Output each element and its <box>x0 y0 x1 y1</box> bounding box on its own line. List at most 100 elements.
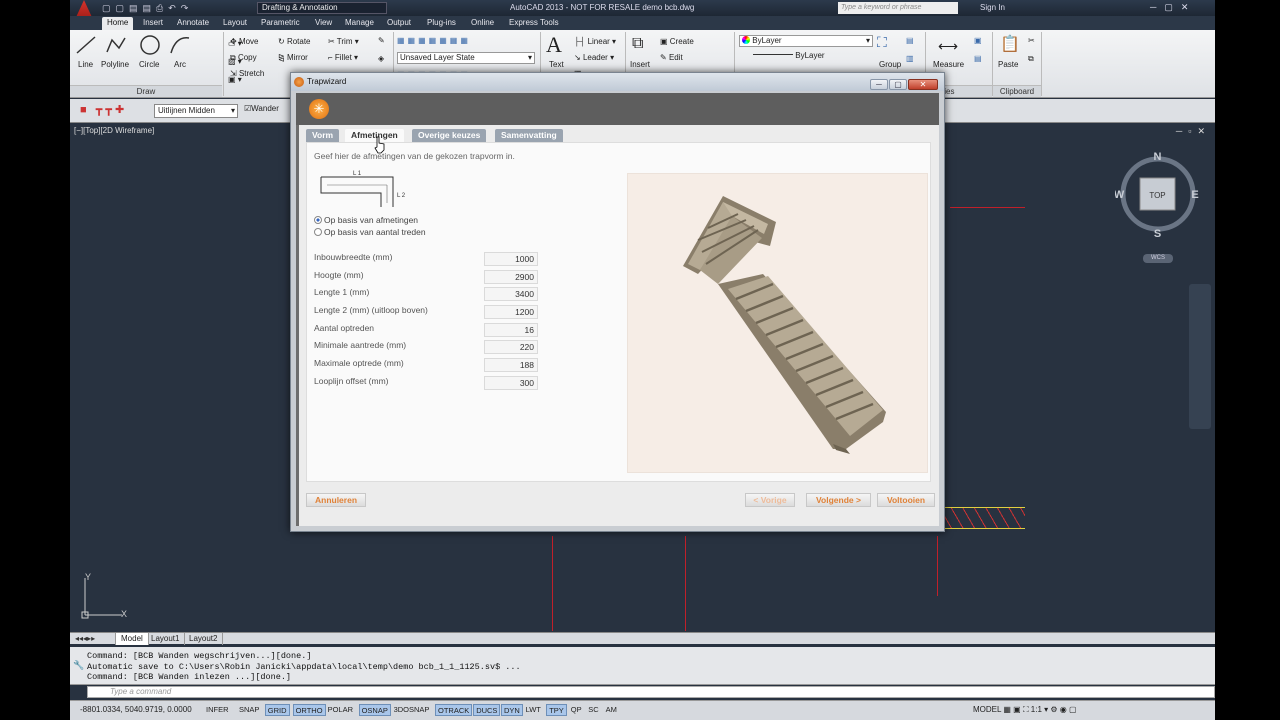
inbouwbreedte-input[interactable]: 1000 <box>484 252 538 266</box>
status-toggle-otrack[interactable]: OTRACK <box>435 704 473 716</box>
draw-panel-label[interactable]: Draw <box>70 85 222 97</box>
previous-button[interactable]: < Vorige <box>745 493 795 507</box>
modify-rotate[interactable]: ↻ Rotate <box>278 37 311 46</box>
arc-button[interactable]: Arc <box>174 60 186 69</box>
navigation-bar[interactable] <box>1189 284 1211 429</box>
maximize-icon[interactable]: ▢ <box>889 79 907 90</box>
viewport-controls[interactable]: ─▫✕ <box>1176 126 1211 137</box>
cancel-button[interactable]: Annuleren <box>306 493 366 507</box>
line-button[interactable]: Line <box>78 60 93 69</box>
status-toggle-osnap[interactable]: OSNAP <box>358 704 391 716</box>
tab-layout1[interactable]: Layout1 <box>146 633 186 645</box>
maximale-optrede-input[interactable]: 188 <box>484 358 538 372</box>
status-toggle-dyn[interactable]: DYN <box>501 704 523 716</box>
create-block-button[interactable]: ▣ Create <box>660 37 694 46</box>
color-combo[interactable]: ByLayer ▾ <box>739 35 873 47</box>
circle-button[interactable]: Circle <box>139 60 159 69</box>
command-input[interactable]: Type a command <box>87 686 1215 698</box>
circle-icon[interactable] <box>138 34 162 56</box>
status-toggle-snap[interactable]: SNAP <box>237 704 261 716</box>
tab-online[interactable]: Online <box>466 17 499 30</box>
looplijn-offset-input[interactable]: 300 <box>484 376 538 390</box>
radio-by-steps[interactable]: Op basis van aantal treden <box>314 227 426 237</box>
tab-manage[interactable]: Manage <box>340 17 379 30</box>
status-toggle-lwt[interactable]: LWT <box>524 704 543 716</box>
status-toggle-qp[interactable]: QP <box>569 704 584 716</box>
viewport-label[interactable]: [−][Top][2D Wireframe] <box>74 126 154 135</box>
status-toggle-ducs[interactable]: DUCS <box>473 704 501 716</box>
tab-insert[interactable]: Insert <box>138 17 168 30</box>
coordinate-readout[interactable]: -8801.0334, 5040.9719, 0.0000 <box>80 705 192 714</box>
lengte1-input[interactable]: 3400 <box>484 287 538 301</box>
minimale-aantrede-input[interactable]: 220 <box>484 340 538 354</box>
tab-model[interactable]: Model <box>116 633 149 645</box>
modify-mirror[interactable]: ⧎ Mirror <box>278 53 308 62</box>
text-button[interactable]: Text <box>549 60 564 69</box>
modify-stretch[interactable]: ⇲ Stretch <box>230 69 264 78</box>
clipboard-tool-icons[interactable]: ✂ ⧉ <box>1028 36 1035 64</box>
status-toggle-3dosnap[interactable]: 3DOSNAP <box>392 704 432 716</box>
wrench-icon[interactable]: 🔧 <box>73 660 84 671</box>
group-tool-icons[interactable]: ▤ ▥ <box>906 36 914 63</box>
minimize-icon[interactable]: ─ <box>870 79 888 90</box>
arc-icon[interactable] <box>168 34 192 56</box>
radio-by-dimensions[interactable]: Op basis van afmetingen <box>314 215 418 225</box>
tab-samenvatting[interactable]: Samenvatting <box>495 129 563 142</box>
status-toggle-am[interactable]: AM <box>604 704 619 716</box>
bcb-tool-icons[interactable]: ■ ┳┳✚ <box>80 103 127 116</box>
tab-overige-keuzes[interactable]: Overige keuzes <box>412 129 487 142</box>
status-right[interactable]: MODEL ▦ ▣ ⛶ 1:1 ▾ ⚙ ◉ ▢ <box>973 705 1077 715</box>
status-toggle-ortho[interactable]: ORTHO <box>292 704 326 716</box>
lengte2-input[interactable]: 1200 <box>484 305 538 319</box>
modify-copy[interactable]: ⧉ Copy <box>230 53 257 63</box>
edit-block-button[interactable]: ✎ Edit <box>660 53 683 62</box>
tab-home[interactable]: Home <box>102 17 134 30</box>
tab-plug-ins[interactable]: Plug-ins <box>422 17 461 30</box>
measure-icon[interactable]: ⟷ <box>938 38 958 55</box>
status-toggle-tpy[interactable]: TPY <box>546 704 567 716</box>
tab-annotate[interactable]: Annotate <box>172 17 214 30</box>
paste-icon[interactable]: 📋 <box>1000 34 1020 54</box>
wander-checkbox[interactable]: ☑Wander <box>244 104 279 113</box>
window-controls[interactable]: ─▢✕ <box>1150 2 1196 13</box>
hoogte-input[interactable]: 2900 <box>484 270 538 284</box>
status-toggle-sc[interactable]: SC <box>586 704 600 716</box>
layer-tool-icons[interactable]: ▦▦▦▦▦▦▦ <box>397 36 471 45</box>
modify-trim[interactable]: ✂ Trim ▾ <box>328 37 359 46</box>
help-search-input[interactable]: Type a keyword or phrase <box>838 2 958 14</box>
next-button[interactable]: Volgende > <box>806 493 871 507</box>
status-toggle-polar[interactable]: POLAR <box>326 704 355 716</box>
tab-output[interactable]: Output <box>382 17 416 30</box>
status-toggle-grid[interactable]: GRID <box>264 704 290 716</box>
tab-layout2[interactable]: Layout2 <box>184 633 224 645</box>
tab-layout[interactable]: Layout <box>218 17 252 30</box>
tab-parametric[interactable]: Parametric <box>256 17 305 30</box>
viewcube[interactable]: TOP N S E W <box>1115 148 1200 248</box>
finish-button[interactable]: Voltooien <box>877 493 935 507</box>
quick-access-toolbar[interactable]: ▢▢▤▤⎙↶↷ <box>102 3 193 14</box>
tab-view[interactable]: View <box>310 17 337 30</box>
workspace-selector[interactable]: Drafting & Annotation <box>257 2 387 14</box>
aantal-optreden-input[interactable]: 16 <box>484 323 538 337</box>
paste-button[interactable]: Paste <box>998 60 1018 69</box>
clipboard-panel-label[interactable]: Clipboard <box>993 85 1041 97</box>
insert-button[interactable]: Insert <box>630 60 650 69</box>
tab-vorm[interactable]: Vorm <box>306 129 340 142</box>
align-combo[interactable]: Uitlijnen Midden ▾ <box>154 104 238 118</box>
line-icon[interactable] <box>74 34 98 56</box>
status-toggle-infer[interactable]: INFER <box>204 704 231 716</box>
linetype-combo[interactable]: ByLayer <box>739 51 873 63</box>
layer-state-combo[interactable]: Unsaved Layer State ▾ <box>397 52 535 64</box>
close-icon[interactable]: ✕ <box>908 79 938 90</box>
insert-icon[interactable]: ⧉ <box>632 35 643 53</box>
group-button[interactable]: Group <box>879 60 901 69</box>
measure-button[interactable]: Measure <box>933 60 964 69</box>
polyline-icon[interactable] <box>104 34 128 56</box>
tab-express-tools[interactable]: Express Tools <box>504 17 564 30</box>
polyline-button[interactable]: Polyline <box>101 60 129 69</box>
modify-fillet[interactable]: ⌐ Fillet ▾ <box>328 53 358 62</box>
wcs-badge[interactable]: WCS <box>1143 254 1173 263</box>
layout-nav-arrows[interactable]: ◂◂◂▸▸ <box>70 633 116 645</box>
leader-button[interactable]: ↘ Leader ▾ <box>574 53 614 62</box>
modify-move[interactable]: ✥ Move <box>230 37 259 46</box>
